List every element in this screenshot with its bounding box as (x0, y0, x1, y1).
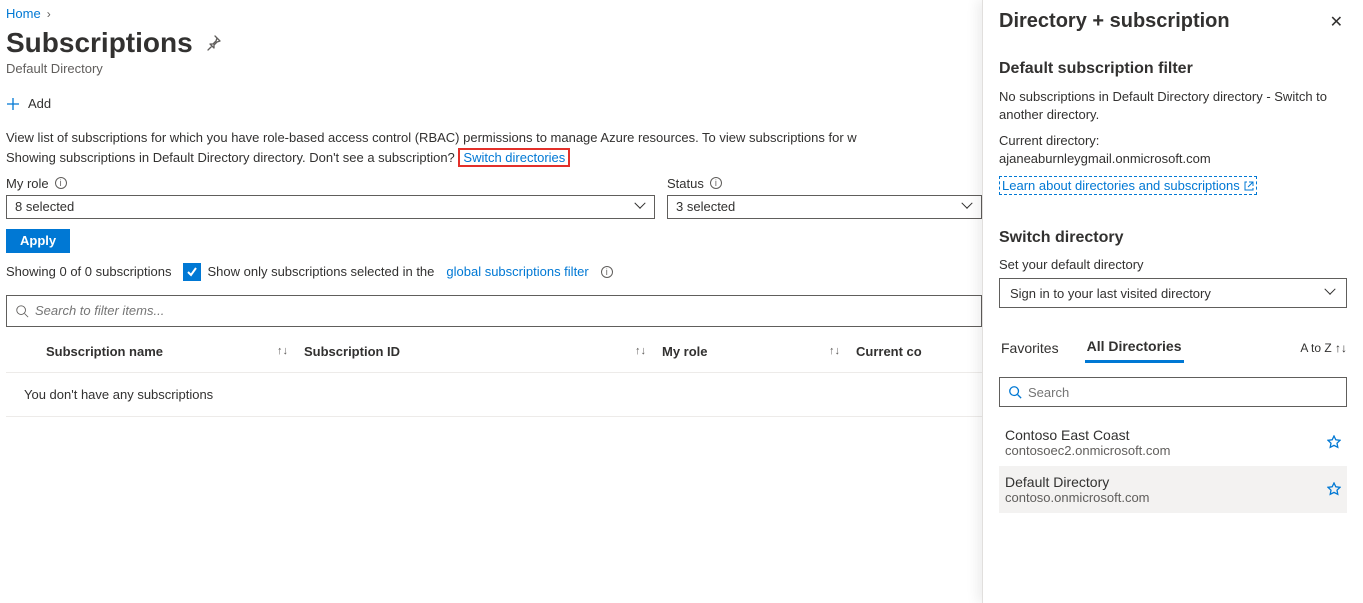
add-button[interactable]: Add (6, 96, 51, 111)
col-current-cost[interactable]: Current co (848, 344, 982, 359)
my-role-label: My role i (6, 176, 655, 191)
chevron-down-icon (963, 202, 973, 212)
directory-name: Default Directory (1005, 474, 1341, 490)
tab-favorites[interactable]: Favorites (999, 334, 1061, 362)
directory-search-input[interactable] (1028, 385, 1338, 400)
directory-item[interactable]: Default Directory contoso.onmicrosoft.co… (999, 466, 1347, 513)
page-subtitle: Default Directory (6, 61, 982, 76)
show-only-checkbox[interactable]: Show only subscriptions selected in the (183, 263, 434, 281)
breadcrumb-home[interactable]: Home (6, 6, 41, 21)
default-directory-value: Sign in to your last visited directory (1010, 286, 1211, 301)
search-input-container[interactable] (6, 295, 982, 327)
info-icon[interactable]: i (710, 177, 722, 189)
chevron-down-icon (636, 202, 646, 212)
search-input[interactable] (35, 303, 973, 318)
col-subscription-name[interactable]: Subscription name↑↓ (6, 344, 296, 359)
external-link-icon (1244, 181, 1254, 191)
current-directory-label: Current directory: (999, 132, 1347, 150)
chevron-down-icon (1326, 288, 1336, 298)
pin-icon[interactable] (205, 35, 221, 51)
filter-section-title: Default subscription filter (999, 60, 1347, 78)
my-role-dropdown[interactable]: 8 selected (6, 195, 655, 219)
directory-item[interactable]: Contoso East Coast contosoec2.onmicrosof… (999, 419, 1347, 466)
breadcrumb: Home › (6, 6, 982, 27)
col-my-role[interactable]: My role↑↓ (654, 344, 848, 359)
set-default-label: Set your default directory (999, 257, 1347, 272)
page-title: Subscriptions (6, 27, 193, 59)
close-icon[interactable]: ✕ (1326, 10, 1347, 34)
directory-subscription-panel: Directory + subscription ✕ Default subsc… (982, 0, 1363, 603)
add-button-label: Add (28, 96, 51, 111)
sort-icon: ↑↓ (829, 345, 840, 357)
apply-button[interactable]: Apply (6, 229, 70, 253)
showing-count: Showing 0 of 0 subscriptions (6, 264, 171, 279)
tab-all-directories[interactable]: All Directories (1085, 332, 1184, 363)
default-directory-select[interactable]: Sign in to your last visited directory (999, 278, 1347, 308)
col-subscription-id[interactable]: Subscription ID↑↓ (296, 344, 654, 359)
search-icon (15, 304, 29, 318)
switch-directories-link[interactable]: Switch directories (458, 148, 570, 167)
status-dropdown[interactable]: 3 selected (667, 195, 982, 219)
search-icon (1008, 385, 1022, 399)
learn-link[interactable]: Learn about directories and subscription… (999, 176, 1257, 195)
directory-domain: contoso.onmicrosoft.com (1005, 490, 1341, 505)
current-directory-value: ajaneaburnleygmail.onmicrosoft.com (999, 150, 1347, 168)
directory-name: Contoso East Coast (1005, 427, 1341, 443)
filter-message: No subscriptions in Default Directory di… (999, 88, 1347, 124)
global-filter-link[interactable]: global subscriptions filter (446, 264, 588, 279)
switch-directory-title: Switch directory (999, 229, 1347, 247)
directory-domain: contosoec2.onmicrosoft.com (1005, 443, 1341, 458)
status-label: Status i (667, 176, 982, 191)
sort-button[interactable]: A to Z ↑↓ (1300, 341, 1347, 355)
my-role-value: 8 selected (15, 199, 74, 214)
sort-icon: ↑↓ (277, 345, 288, 357)
description-text: View list of subscriptions for which you… (6, 128, 982, 168)
star-icon[interactable] (1327, 435, 1341, 449)
directory-search[interactable] (999, 377, 1347, 407)
empty-state-message: You don't have any subscriptions (6, 373, 982, 417)
table-header: Subscription name↑↓ Subscription ID↑↓ My… (6, 331, 982, 373)
plus-icon (6, 97, 20, 111)
directory-list: Contoso East Coast contosoec2.onmicrosof… (999, 419, 1347, 513)
panel-title: Directory + subscription (999, 10, 1230, 33)
sort-icon: ↑↓ (635, 345, 646, 357)
info-icon[interactable]: i (55, 177, 67, 189)
checkbox-checked-icon (183, 263, 201, 281)
show-only-label: Show only subscriptions selected in the (207, 264, 434, 279)
info-icon[interactable]: i (601, 266, 613, 278)
status-value: 3 selected (676, 199, 735, 214)
chevron-right-icon: › (47, 7, 51, 21)
star-icon[interactable] (1327, 482, 1341, 496)
